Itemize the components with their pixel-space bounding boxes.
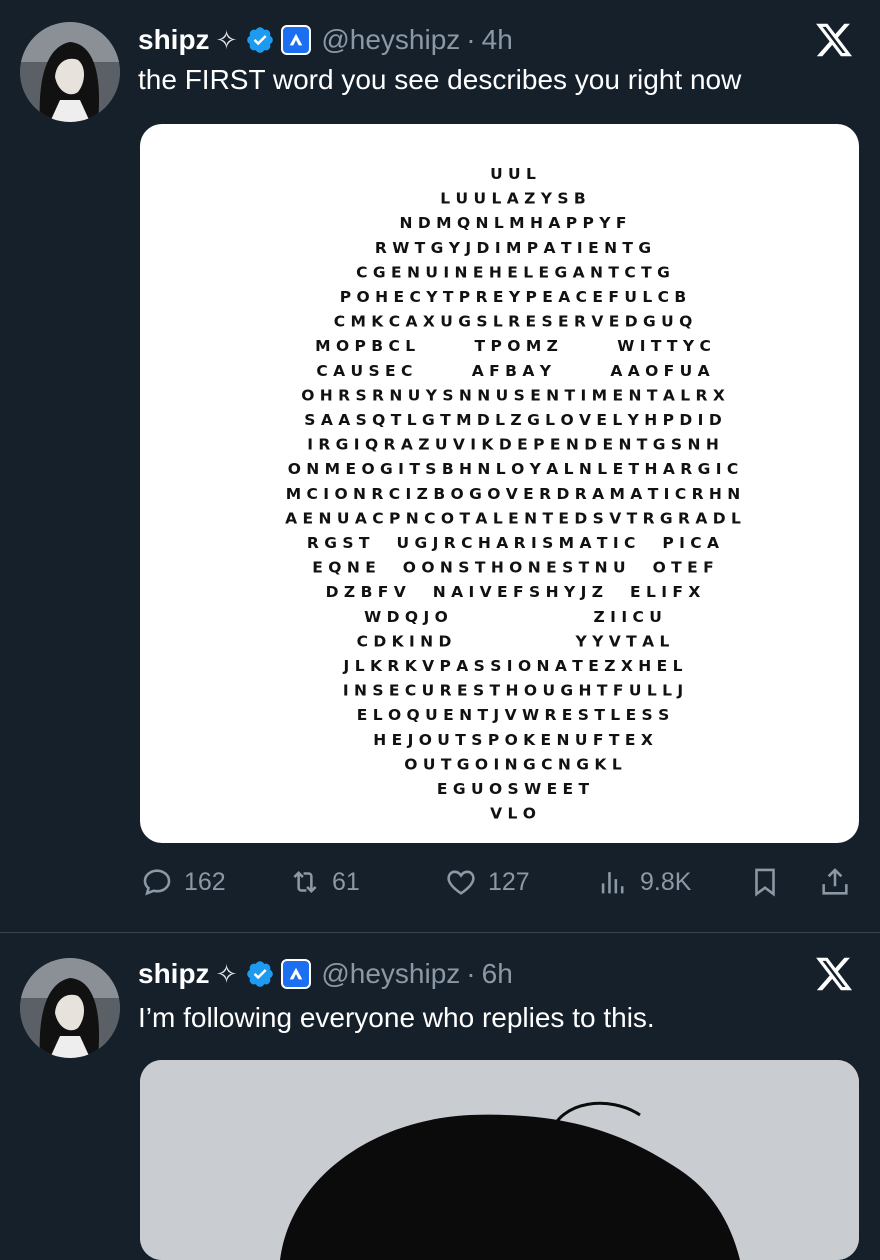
word-search-row: I R G I Q R A Z U V I K D E P E N D E N …	[307, 436, 719, 454]
word-search-row: E L O Q U E N T J V W R E S T L E S S	[357, 706, 670, 724]
reply-button[interactable]: 162	[140, 860, 226, 904]
views-icon	[601, 872, 624, 894]
tweet-text: the FIRST word you see describes you rig…	[138, 64, 742, 95]
word-search-row: S A A S Q T L G T M D L Z G L O V E L Y …	[304, 411, 722, 429]
word-search-row: O N M E O G I T S B H N L O Y A L N L E …	[288, 460, 739, 478]
word-search-grid: U U L L U U L A Z Y S B N D M Q N L M H A …	[285, 165, 741, 823]
word-search-row: O H R S R N U Y S N N U S E N T I M E N …	[301, 386, 725, 404]
retweet-count: 61	[332, 867, 360, 896]
word-search-row: M C I O N R C I Z B O G O V E R D R A M …	[286, 485, 741, 503]
views-button[interactable]: 9.8K	[596, 860, 691, 904]
word-search-row: W D Q J O Z I I C U	[364, 608, 662, 626]
bookmark-icon	[755, 868, 775, 897]
word-search-row: N D M Q N L M H A P P Y F	[400, 214, 627, 232]
word-search-row: O U T G O I N G C N G K L	[404, 755, 622, 773]
time-separator: ·	[466, 958, 476, 989]
view-count: 9.8K	[640, 867, 692, 896]
affiliate-badge-icon	[281, 25, 312, 55]
timestamp[interactable]: 4h	[482, 24, 513, 56]
word-search-row: R G S T U G J R C H A R I S M A T I C P …	[307, 534, 719, 552]
bookmark-button[interactable]	[748, 860, 782, 904]
tweet-image-content	[140, 1060, 859, 1260]
word-search-row: A E N U A C P N C O T A L E N T E D S V …	[285, 509, 741, 527]
word-search-row: E Q N E O O N S T H O N E S T N U O T E …	[312, 559, 713, 577]
word-search-row: C D K I N D Y Y V T A L	[357, 632, 670, 650]
share-icon	[822, 868, 848, 895]
word-search-row: H E J O U T S P O K E N U F T E X	[373, 731, 653, 749]
tweet-image[interactable]	[140, 1060, 859, 1260]
verified-badge-icon	[247, 961, 274, 987]
user-handle[interactable]: @heyshipz	[321, 24, 460, 56]
word-search-image[interactable]: U U L L U U L A Z Y S B N D M Q N L M H A …	[140, 124, 859, 843]
word-search-row: V L O	[490, 805, 536, 823]
sparkle-icon: ✧	[215, 24, 238, 55]
word-search-row: I N S E C U R E S T H O U G H T F U L L …	[343, 682, 683, 700]
word-search-row: E G U O S W E E T	[437, 780, 590, 798]
reply-count: 162	[184, 867, 226, 896]
word-search-row: M O P B C L T P O M Z W I T T Y C	[315, 337, 711, 355]
affiliate-badge-icon	[281, 959, 312, 989]
user-handle[interactable]: @heyshipz	[321, 958, 460, 990]
avatar-image	[20, 22, 120, 122]
word-search-row: P O H E C Y T P R E Y P E A C E F U L C …	[340, 288, 686, 306]
display-name[interactable]: shipz	[138, 958, 210, 990]
x-logo-icon[interactable]	[814, 20, 854, 60]
word-search-row: R W T G Y J D I M P A T I E N T G	[375, 239, 651, 257]
like-icon	[447, 870, 475, 895]
retweet-button[interactable]: 61	[288, 860, 360, 904]
sparkle-icon: ✧	[215, 958, 238, 989]
time-separator: ·	[466, 24, 476, 55]
timestamp[interactable]: 6h	[482, 958, 513, 990]
avatar[interactable]	[20, 22, 120, 122]
tweet-divider	[0, 932, 880, 933]
word-search-row: C G E N U I N E H E L E G A N T C T G	[356, 263, 670, 281]
retweet-icon	[293, 870, 317, 894]
display-name[interactable]: shipz	[138, 24, 210, 56]
avatar-image	[20, 958, 120, 1058]
word-search-row: U U L	[490, 165, 536, 183]
word-search-row: C M K C A X U G S L R E S E R V E D G U …	[334, 313, 693, 331]
word-search-row: C A U S E C A F B A Y A A O F U A	[316, 362, 709, 380]
like-count: 127	[488, 867, 530, 896]
word-search-row: D Z B F V N A I V E F S H Y J Z E L I F …	[326, 583, 701, 601]
x-logo-icon[interactable]	[814, 954, 854, 994]
reply-icon	[143, 869, 171, 896]
like-button[interactable]: 127	[444, 860, 530, 904]
share-button[interactable]	[818, 860, 852, 904]
tweet-actions: 162 61 127 9.8K	[0, 860, 880, 904]
word-search-row: J L K R K V P A S S I O N A T E Z X H E …	[343, 657, 683, 675]
tweet-text: I’m following everyone who replies to th…	[138, 1002, 655, 1033]
avatar[interactable]	[20, 958, 120, 1058]
verified-badge-icon	[247, 27, 274, 53]
word-search-row: L U U L A Z Y S B	[440, 190, 586, 208]
